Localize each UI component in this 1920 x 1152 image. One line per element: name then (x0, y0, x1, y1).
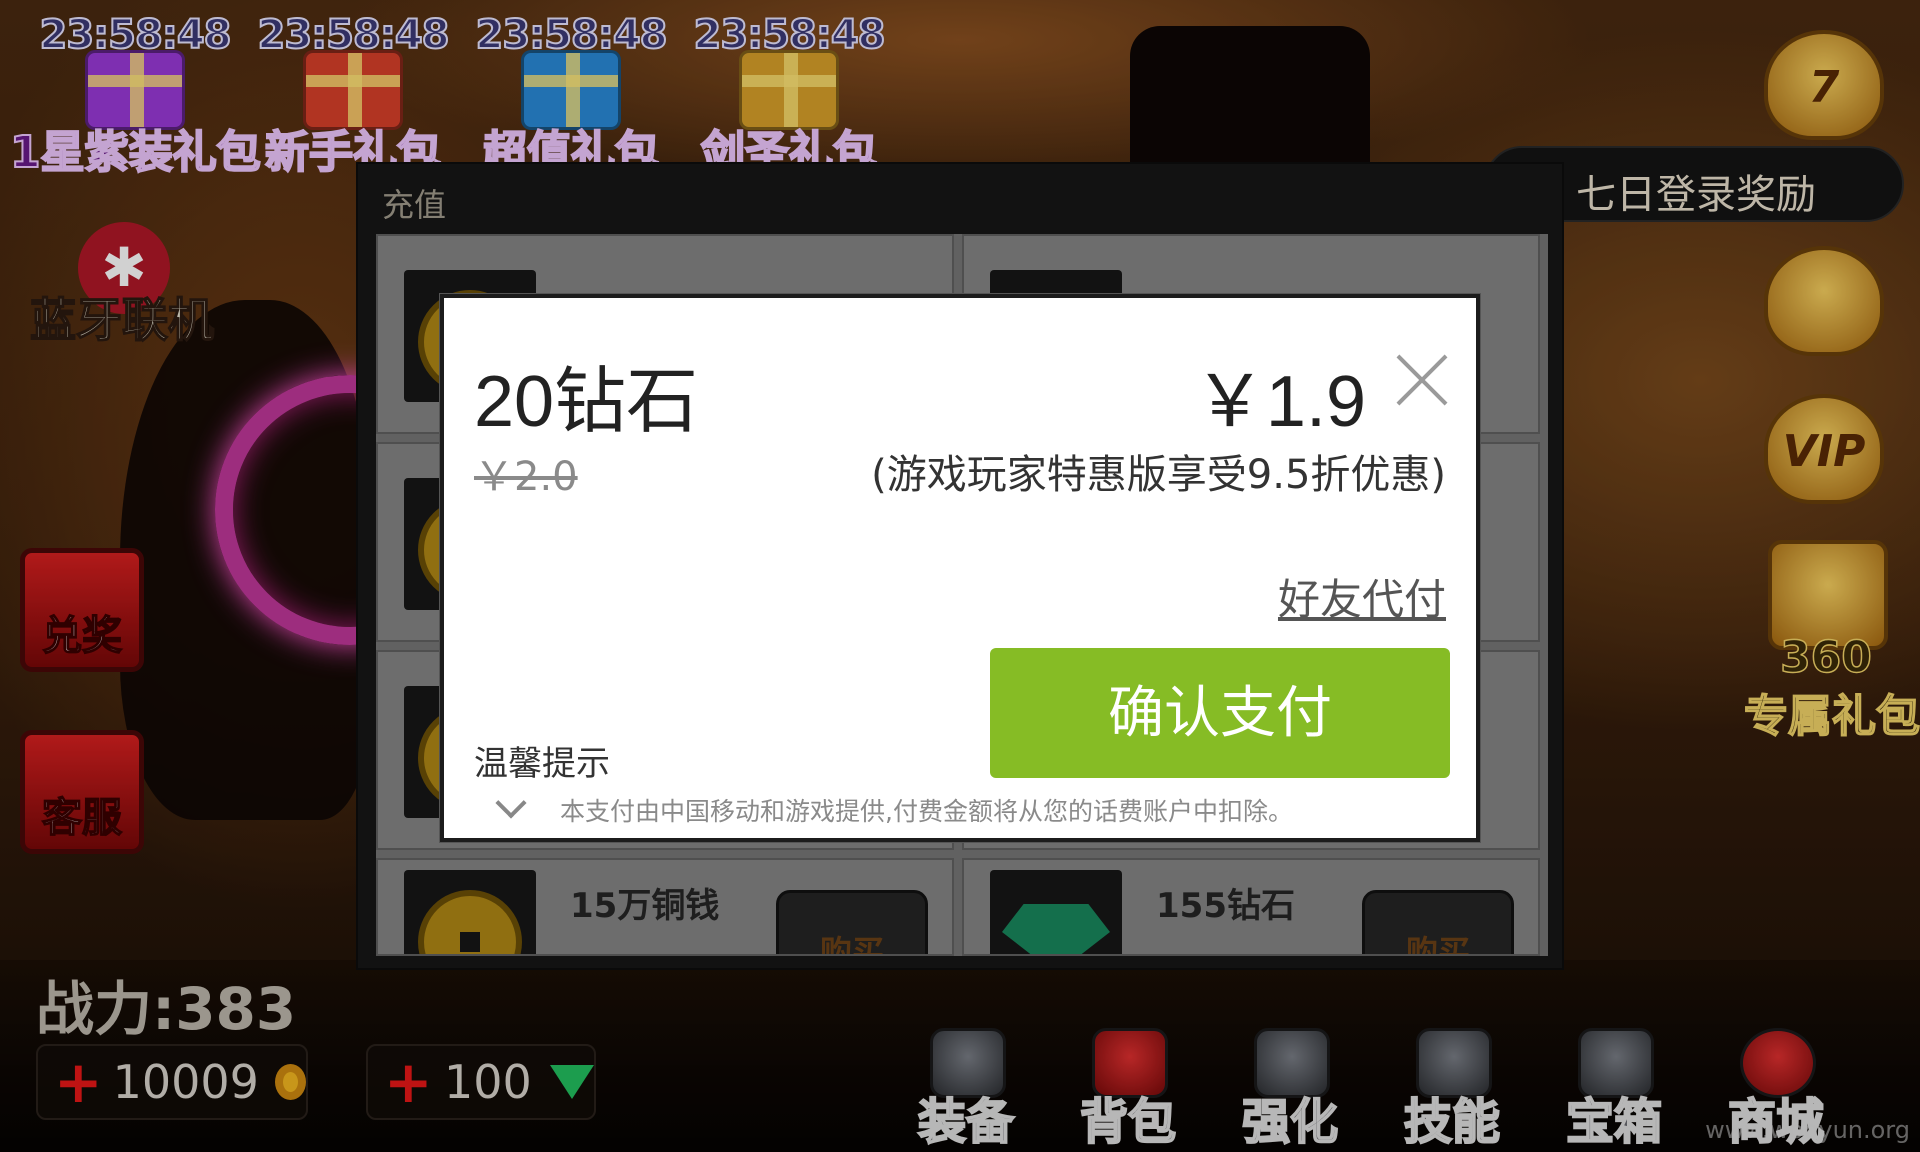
friend-pay-link[interactable]: 好友代付 (1278, 566, 1446, 627)
discount-note: (游戏玩家特惠版享受9.5折优惠) (871, 452, 1446, 498)
confirm-payment-button[interactable]: 确认支付 (990, 648, 1450, 778)
chevron-down-icon[interactable] (495, 787, 527, 819)
payment-dialog: 20钻石 ￥1.9 ￥2.0 (游戏玩家特惠版享受9.5折优惠) 好友代付 确认… (440, 294, 1480, 842)
product-price: ￥1.9 (1193, 362, 1366, 442)
close-dialog-icon[interactable] (1394, 352, 1450, 408)
tip-text: 本支付由中国移动和游戏提供,付费金额将从您的话费账户中扣除。 (560, 797, 1293, 826)
product-name: 20钻石 (474, 362, 699, 442)
original-price: ￥2.0 (474, 454, 578, 500)
tip-title: 温馨提示 (474, 744, 610, 784)
